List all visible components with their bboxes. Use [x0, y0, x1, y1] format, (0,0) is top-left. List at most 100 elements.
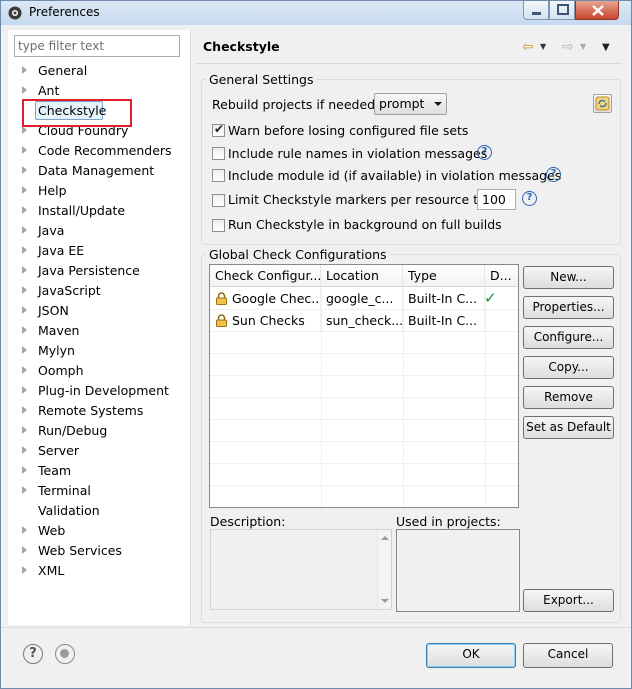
expand-arrow-icon[interactable] [22, 246, 27, 254]
scroll-down-icon[interactable] [381, 599, 389, 603]
tree-item[interactable]: Java [8, 221, 188, 241]
minimize-icon [532, 12, 541, 15]
expand-arrow-icon[interactable] [22, 226, 27, 234]
filter-input[interactable] [14, 35, 180, 57]
expand-arrow-icon[interactable] [22, 446, 27, 454]
grid-line [210, 419, 518, 420]
export-button[interactable]: Export... [523, 589, 614, 612]
tree-item[interactable]: JavaScript [8, 281, 188, 301]
tree-item[interactable]: Code Recommenders [8, 141, 188, 161]
tree-item[interactable]: Run/Debug [8, 421, 188, 441]
expand-arrow-icon[interactable] [22, 286, 27, 294]
expand-arrow-icon[interactable] [22, 146, 27, 154]
tree-item-label: Remote Systems [38, 403, 144, 418]
close-button[interactable] [575, 1, 619, 20]
tree-item[interactable]: Server [8, 441, 188, 461]
scroll-up-icon[interactable] [381, 536, 389, 540]
expand-arrow-icon[interactable] [22, 426, 27, 434]
cancel-button[interactable]: Cancel [523, 643, 613, 668]
forward-arrow-icon[interactable]: ⇨ [562, 39, 574, 55]
module-id-checkbox[interactable] [212, 169, 225, 182]
tree-item[interactable]: Team [8, 461, 188, 481]
tree-item[interactable]: Validation [8, 501, 188, 521]
tree-item-label: Plug-in Development [38, 383, 169, 398]
help-icon[interactable]: ? [522, 191, 537, 206]
rule-names-checkbox[interactable] [212, 147, 225, 160]
title-separator [196, 63, 622, 64]
record-icon[interactable] [55, 644, 75, 664]
page-nav-toolbar: ⇦ ▼ ⇨ ▼ ▼ [522, 38, 622, 55]
tree-item[interactable]: Oomph [8, 361, 188, 381]
tree-item-label: Ant [38, 83, 60, 98]
help-icon[interactable]: ? [546, 167, 561, 182]
tree-item[interactable]: Web Services [8, 541, 188, 561]
back-arrow-icon[interactable]: ⇦ [522, 39, 534, 55]
expand-arrow-icon[interactable] [22, 566, 27, 574]
rebuild-label: Rebuild projects if needed: [212, 97, 380, 112]
expand-arrow-icon[interactable] [22, 406, 27, 414]
tree-item[interactable]: General [8, 61, 188, 81]
tree-item[interactable]: Maven [8, 321, 188, 341]
rebuild-select[interactable]: prompt [374, 93, 447, 115]
remove-button[interactable]: Remove [523, 386, 614, 409]
expand-arrow-icon[interactable] [22, 346, 27, 354]
configure-button[interactable]: Configure... [523, 326, 614, 349]
tree-item[interactable]: Data Management [8, 161, 188, 181]
tree-item[interactable]: JSON [8, 301, 188, 321]
tree-item[interactable]: Terminal [8, 481, 188, 501]
limit-markers-input[interactable]: 100 [477, 189, 516, 210]
expand-arrow-icon[interactable] [22, 386, 27, 394]
expand-arrow-icon[interactable] [22, 266, 27, 274]
set-default-button[interactable]: Set as Default [523, 416, 614, 439]
description-scrollbar[interactable] [377, 530, 391, 609]
properties-button[interactable]: Properties... [523, 296, 614, 319]
expand-arrow-icon[interactable] [22, 486, 27, 494]
col-header-name[interactable]: Check Configur... [210, 265, 321, 287]
configs-table[interactable]: Check Configur... Location Type D... Goo… [209, 264, 519, 508]
copy-button[interactable]: Copy... [523, 356, 614, 379]
back-dropdown-icon[interactable]: ▼ [540, 42, 546, 51]
background-checkbox[interactable] [212, 219, 225, 232]
col-header-location[interactable]: Location [321, 265, 403, 287]
warn-checkbox[interactable]: ✔ [212, 122, 225, 137]
minimize-button[interactable] [523, 1, 549, 20]
col-header-default[interactable]: D... [485, 265, 518, 287]
refresh-button[interactable] [593, 94, 612, 113]
expand-arrow-icon[interactable] [22, 166, 27, 174]
grid-line [210, 353, 518, 354]
tree-item[interactable]: Help [8, 181, 188, 201]
forward-dropdown-icon[interactable]: ▼ [580, 42, 586, 51]
expand-arrow-icon[interactable] [22, 526, 27, 534]
help-icon[interactable]: ? [23, 644, 43, 664]
new-button[interactable]: New... [523, 266, 614, 289]
tree-item[interactable]: Install/Update [8, 201, 188, 221]
tree-item[interactable]: Mylyn [8, 341, 188, 361]
expand-arrow-icon[interactable] [22, 366, 27, 374]
help-icon[interactable]: ? [477, 145, 492, 160]
col-header-type[interactable]: Type [403, 265, 485, 287]
ok-button[interactable]: OK [426, 643, 516, 668]
expand-arrow-icon[interactable] [22, 306, 27, 314]
expand-arrow-icon[interactable] [22, 66, 27, 74]
maximize-button[interactable] [549, 1, 575, 20]
expand-arrow-icon[interactable] [22, 86, 27, 94]
expand-arrow-icon[interactable] [22, 546, 27, 554]
rebuild-select-value: prompt [379, 96, 425, 111]
title-bar[interactable]: Preferences [1, 1, 631, 25]
limit-markers-checkbox[interactable] [212, 194, 225, 207]
tree-item[interactable]: Java EE [8, 241, 188, 261]
expand-arrow-icon[interactable] [22, 186, 27, 194]
tree-item[interactable]: Java Persistence [8, 261, 188, 281]
tree-item[interactable]: Remote Systems [8, 401, 188, 421]
tree-item[interactable]: Web [8, 521, 188, 541]
view-menu-icon[interactable]: ▼ [602, 42, 610, 53]
tree-item[interactable]: Ant [8, 81, 188, 101]
tree-item[interactable]: Plug-in Development [8, 381, 188, 401]
expand-arrow-icon[interactable] [22, 126, 27, 134]
expand-arrow-icon[interactable] [22, 206, 27, 214]
chevron-down-icon [434, 102, 442, 106]
grid-line [210, 485, 518, 486]
expand-arrow-icon[interactable] [22, 326, 27, 334]
tree-item[interactable]: XML [8, 561, 188, 581]
expand-arrow-icon[interactable] [22, 466, 27, 474]
